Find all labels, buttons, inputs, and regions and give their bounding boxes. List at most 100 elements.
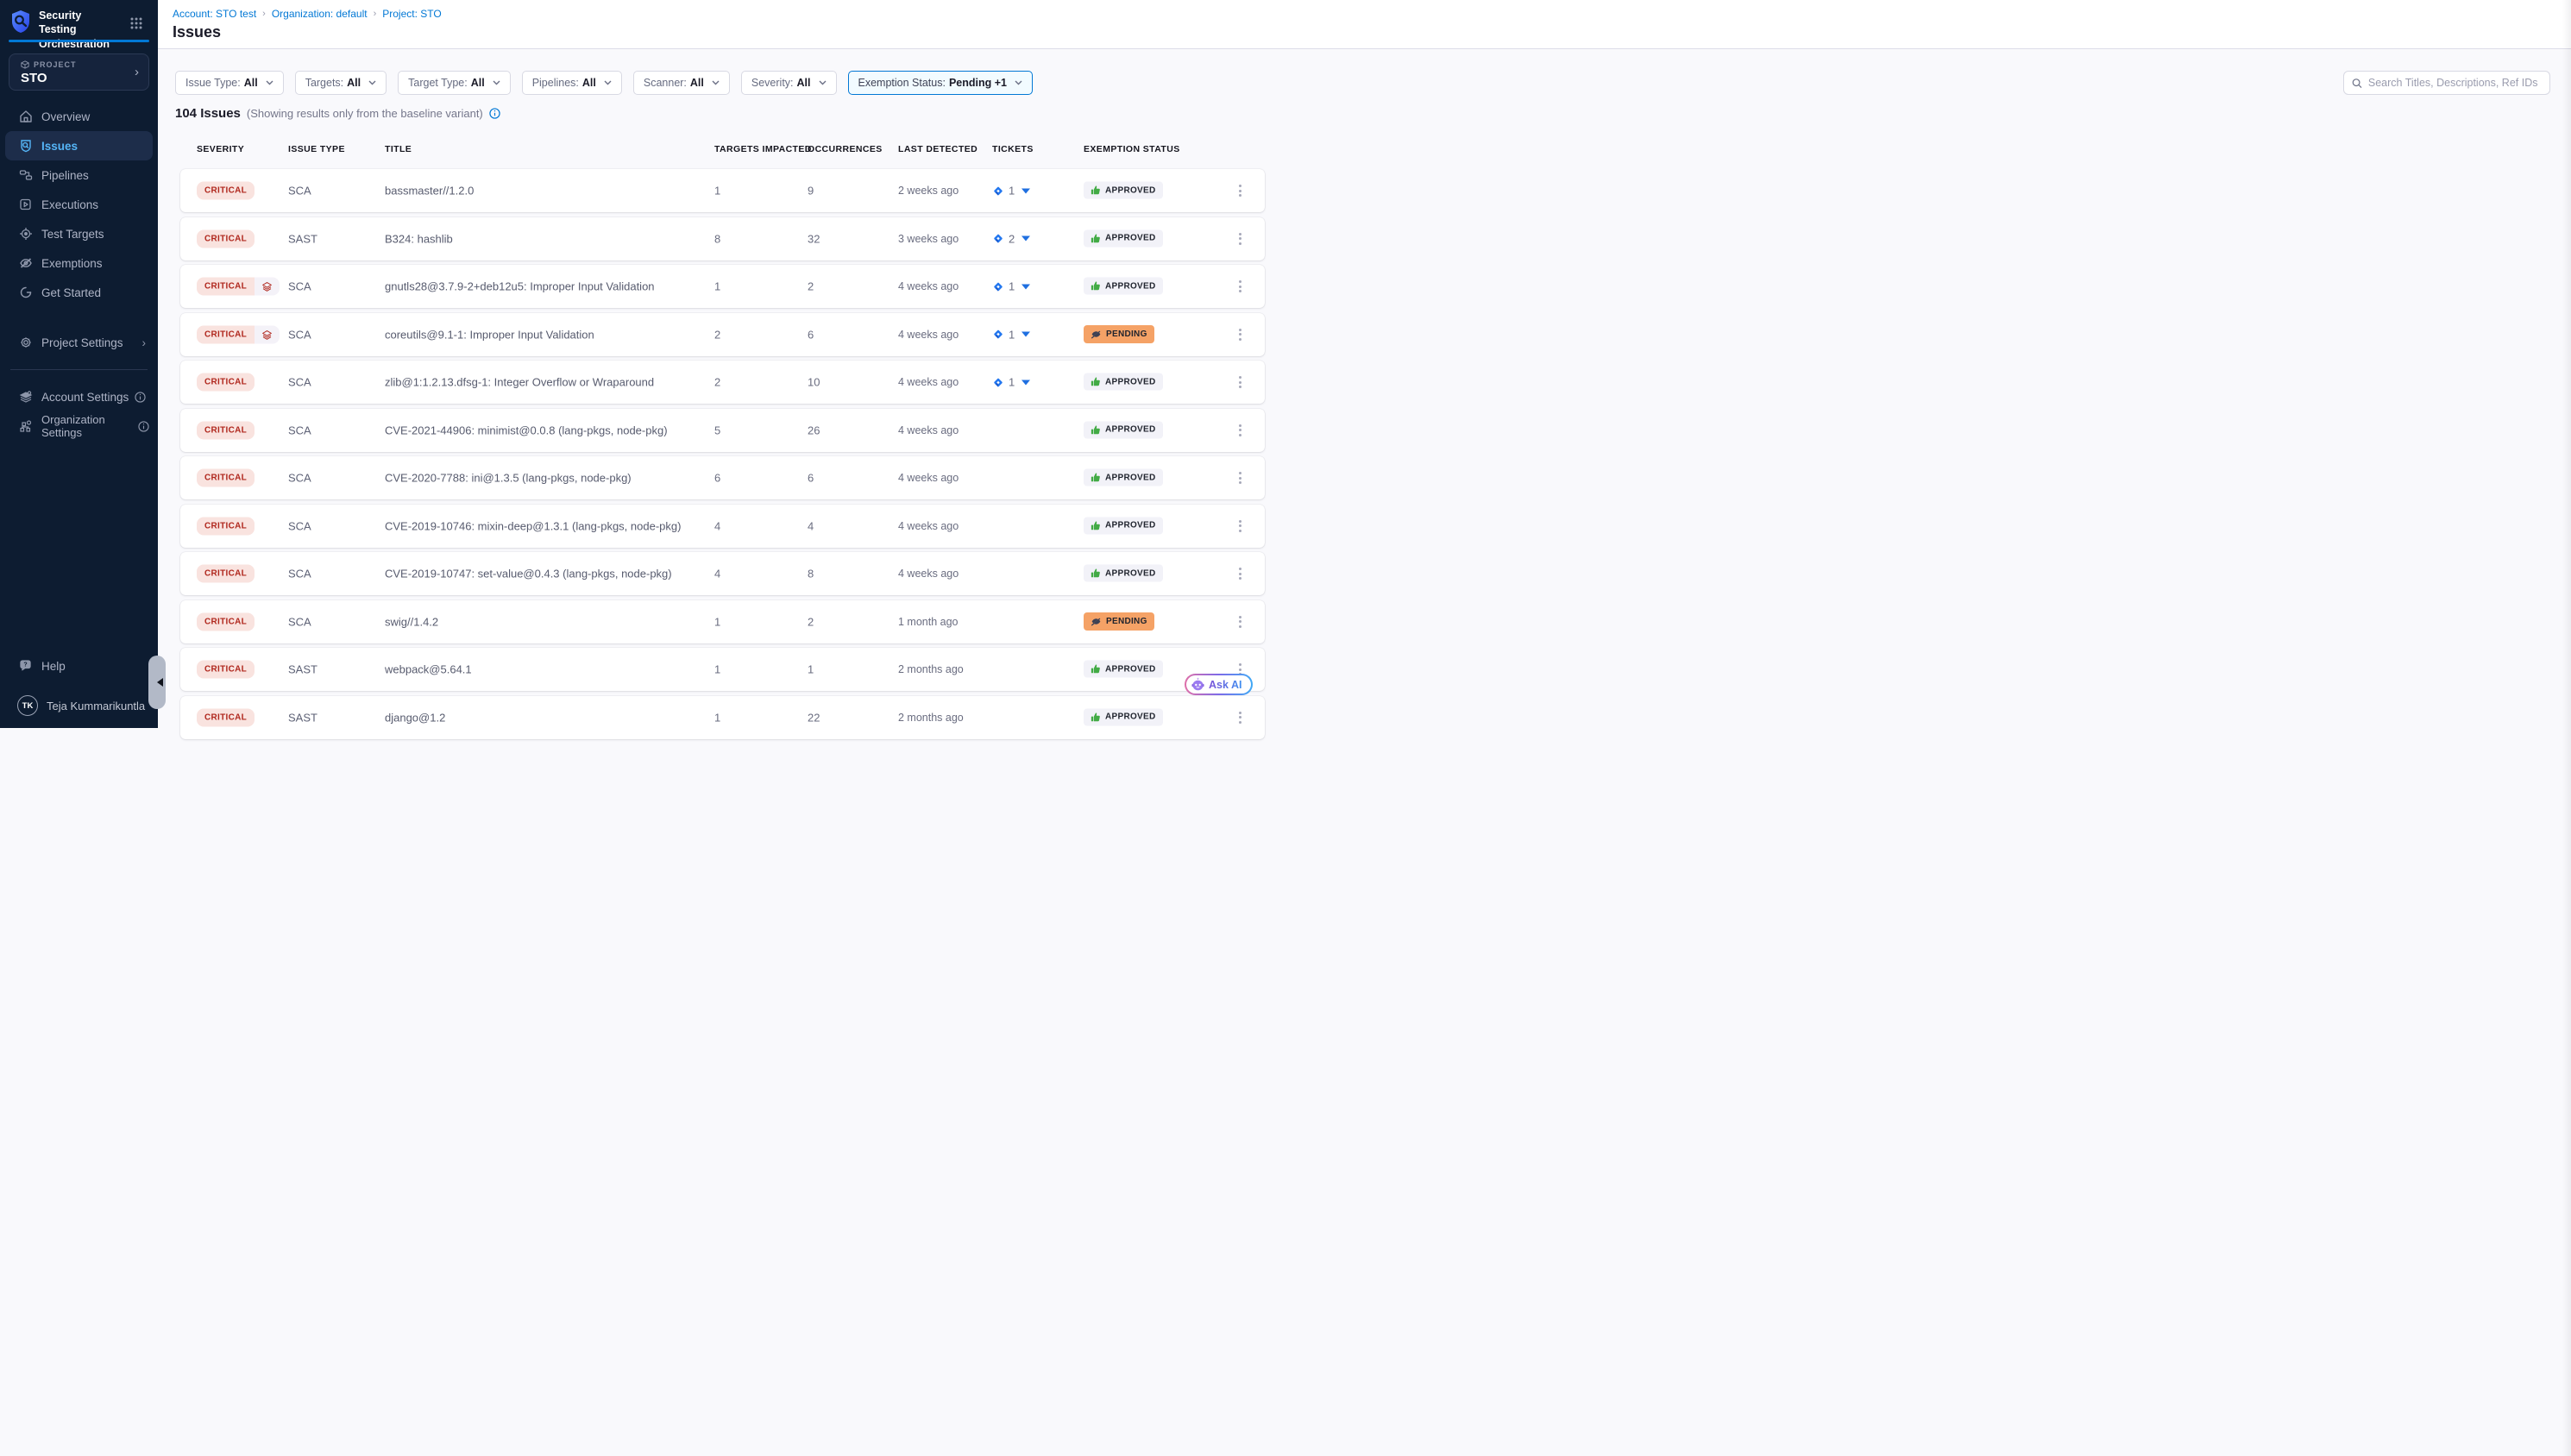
issue-row[interactable]: CRITICAL SAST django@1.2 1 22 2 months a… [180, 696, 1265, 739]
filter-row: Issue Type:All Targets:All Target Type:A… [175, 71, 1033, 95]
targets-impacted: 1 [714, 615, 720, 628]
sidebar-accent-divider [9, 40, 149, 42]
ticket-group[interactable]: 1 [992, 185, 1030, 198]
status-cell: APPROVED [1084, 469, 1163, 487]
sidebar-bottom: ? Help TK Teja Kummarikuntla [0, 652, 158, 719]
issue-title[interactable]: CVE-2021-44906: minimist@0.0.8 (lang-pkg… [385, 424, 668, 436]
issue-title[interactable]: CVE-2019-10746: mixin-deep@1.3.1 (lang-p… [385, 519, 681, 532]
sidebar-item-pipelines[interactable]: Pipelines [0, 160, 158, 190]
row-menu-button[interactable] [1234, 277, 1247, 296]
issue-title[interactable]: B324: hashlib [385, 232, 453, 245]
sidebar-item-executions[interactable]: Executions [0, 190, 158, 219]
issue-title[interactable]: bassmaster//1.2.0 [385, 185, 474, 198]
tickets-cell: 1 [992, 328, 1030, 341]
row-menu-button[interactable] [1234, 229, 1247, 248]
filter-scanner[interactable]: Scanner:All [633, 71, 730, 95]
status-cell: APPROVED [1084, 565, 1163, 583]
ticket-group[interactable]: 1 [992, 328, 1030, 341]
user-menu[interactable]: TK Teja Kummarikuntla [0, 692, 158, 719]
issue-row[interactable]: CRITICAL SCA CVE-2021-44906: minimist@0.… [180, 409, 1265, 452]
row-menu-button[interactable] [1234, 468, 1247, 487]
filter-issue-type[interactable]: Issue Type:All [175, 71, 284, 95]
last-detected: 4 weeks ago [898, 520, 959, 532]
sidebar-collapse-handle[interactable] [148, 656, 166, 709]
info-icon[interactable] [489, 108, 500, 119]
issue-title[interactable]: gnutls28@3.7.9-2+deb12u5: Improper Input… [385, 280, 655, 293]
issue-row[interactable]: CRITICAL SCA CVE-2020-7788: ini@1.3.5 (l… [180, 456, 1265, 499]
row-menu-button[interactable] [1234, 612, 1247, 631]
sidebar-item-issues[interactable]: Issues [5, 131, 153, 160]
issue-title[interactable]: webpack@5.64.1 [385, 663, 472, 676]
sidebar-item-project-settings[interactable]: Project Settings › [0, 328, 158, 357]
sidebar-item-overview[interactable]: Overview [0, 102, 158, 131]
issue-title[interactable]: CVE-2019-10747: set-value@0.4.3 (lang-pk… [385, 568, 672, 581]
issue-row[interactable]: CRITICAL SCA swig//1.4.2 1 2 1 month ago… [180, 600, 1265, 643]
issue-row[interactable]: CRITICAL SAST webpack@5.64.1 1 1 2 month… [180, 648, 1265, 691]
sidebar-item-account-settings[interactable]: Account Settings [0, 382, 158, 411]
issue-row[interactable]: CRITICAL SCA CVE-2019-10747: set-value@0… [180, 552, 1265, 595]
sidebar-item-organization-settings[interactable]: Organization Settings [0, 411, 158, 441]
filter-target-type[interactable]: Target Type:All [398, 71, 511, 95]
occurrences: 6 [808, 472, 814, 485]
issue-row[interactable]: CRITICAL SCA zlib@1:1.2.13.dfsg-1: Integ… [180, 361, 1265, 404]
issue-row[interactable]: CRITICAL SCA bassmaster//1.2.0 1 9 2 wee… [180, 169, 1265, 212]
targets-impacted: 4 [714, 519, 720, 532]
chevron-down-icon [266, 80, 273, 85]
issues-count: 104 Issues [175, 106, 241, 121]
row-menu-button[interactable] [1234, 564, 1247, 583]
search-input[interactable] [2368, 77, 2542, 89]
issue-row[interactable]: CRITICAL SCA gnutls28@3.7.9-2+deb12u5: I… [180, 265, 1265, 308]
sidebar-item-exemptions[interactable]: Exemptions [0, 248, 158, 278]
ticket-group[interactable]: 2 [992, 232, 1030, 245]
row-menu-button[interactable] [1234, 325, 1247, 344]
issue-title[interactable]: django@1.2 [385, 711, 445, 724]
filter-targets[interactable]: Targets:All [295, 71, 387, 95]
app-logo: Security Testing Orchestration [10, 9, 122, 51]
sidebar-nav: Overview Issues Pipelines Executions Tes… [0, 102, 158, 441]
ask-ai-button[interactable]: Ask AI [1185, 674, 1253, 695]
filter-pipelines[interactable]: Pipelines:All [522, 71, 622, 95]
status-label: APPROVED [1105, 281, 1156, 291]
issue-row[interactable]: CRITICAL SCA coreutils@9.1-1: Improper I… [180, 313, 1265, 356]
project-selector[interactable]: PROJECT STO › [9, 53, 149, 91]
status-badge: APPROVED [1084, 565, 1163, 582]
issue-title[interactable]: swig//1.4.2 [385, 615, 438, 628]
breadcrumb-separator: › [374, 9, 377, 19]
targets-impacted: 8 [714, 232, 720, 245]
issue-row[interactable]: CRITICAL SAST B324: hashlib 8 32 3 weeks… [180, 217, 1265, 260]
filter-exemption-status[interactable]: Exemption Status:Pending +1 [848, 71, 1033, 95]
ticket-group[interactable]: 1 [992, 280, 1030, 293]
tickets-cell: 1 [992, 185, 1030, 198]
severity-badge: CRITICAL [197, 565, 255, 583]
app-switcher-icon[interactable] [130, 17, 142, 29]
breadcrumb-account[interactable]: Account: STO test [173, 8, 256, 20]
sidebar-item-get-started[interactable]: Get Started [0, 278, 158, 307]
multi-occurrence-segment [255, 325, 280, 343]
row-menu-button[interactable] [1234, 517, 1247, 536]
status-label: APPROVED [1105, 234, 1156, 243]
filter-severity[interactable]: Severity:All [741, 71, 837, 95]
issue-type: SCA [288, 615, 311, 628]
targets-impacted: 6 [714, 472, 720, 485]
breadcrumb-project[interactable]: Project: STO [382, 8, 441, 20]
sidebar-item-test-targets[interactable]: Test Targets [0, 219, 158, 248]
multi-occurrence-segment [255, 278, 280, 296]
issue-title[interactable]: coreutils@9.1-1: Improper Input Validati… [385, 328, 594, 341]
row-menu-button[interactable] [1234, 373, 1247, 392]
tickets-cell: 1 [992, 280, 1030, 293]
issue-title[interactable]: zlib@1:1.2.13.dfsg-1: Integer Overflow o… [385, 376, 654, 389]
issue-title[interactable]: CVE-2020-7788: ini@1.3.5 (lang-pkgs, nod… [385, 472, 632, 485]
row-menu-button[interactable] [1234, 181, 1247, 200]
row-menu-button[interactable] [1234, 708, 1247, 727]
project-name: STO [21, 71, 47, 85]
issue-type: SCA [288, 185, 311, 198]
breadcrumb-organization[interactable]: Organization: default [272, 8, 368, 20]
issue-row[interactable]: CRITICAL SCA CVE-2019-10746: mixin-deep@… [180, 505, 1265, 548]
app-title: Security Testing Orchestration [39, 9, 122, 51]
status-label: APPROVED [1105, 473, 1156, 482]
help-button[interactable]: ? Help [0, 652, 158, 680]
ticket-group[interactable]: 1 [992, 376, 1030, 389]
status-label: PENDING [1106, 617, 1147, 626]
status-badge: APPROVED [1084, 373, 1163, 391]
row-menu-button[interactable] [1234, 421, 1247, 440]
